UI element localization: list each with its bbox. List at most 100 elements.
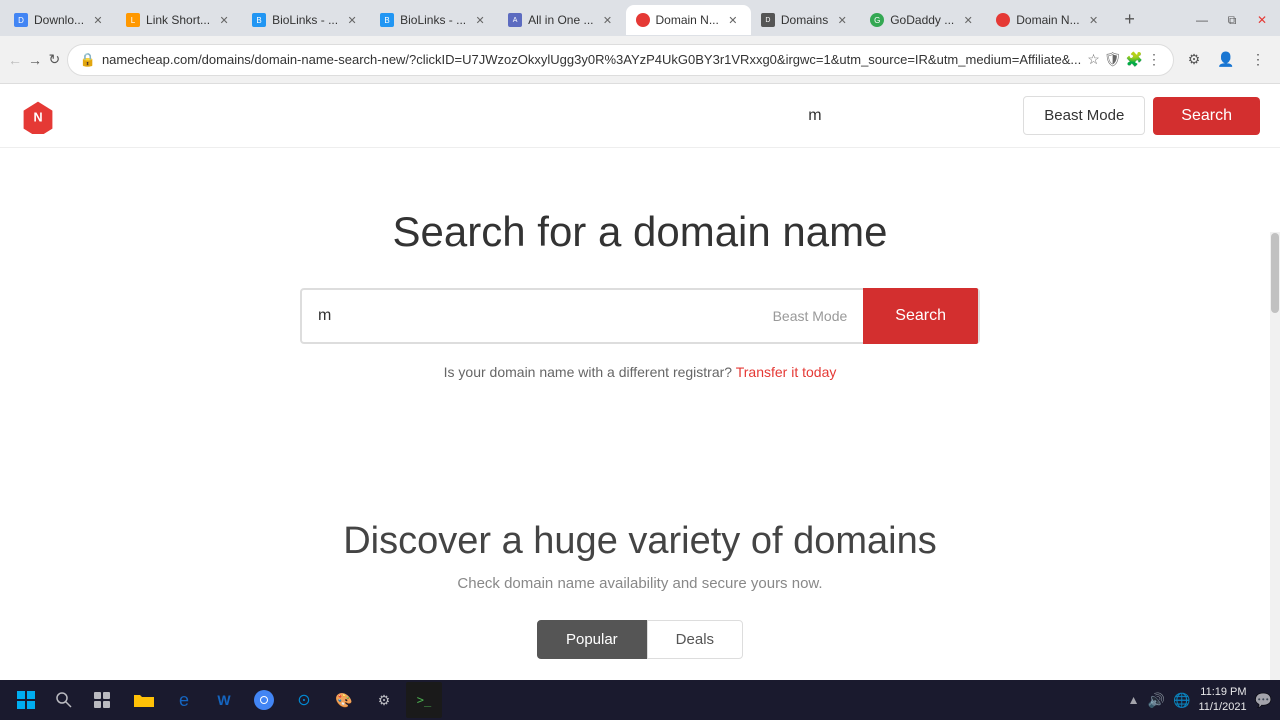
new-tab-button[interactable]: + — [1116, 5, 1144, 33]
bookmark-icon[interactable]: ☆ — [1087, 51, 1100, 68]
tab-label-1: Downlo... — [34, 13, 84, 27]
tab-close-2[interactable]: ✕ — [216, 12, 232, 28]
tab-close-3[interactable]: ✕ — [344, 12, 360, 28]
start-button[interactable] — [8, 682, 44, 718]
tab-bar: D Downlo... ✕ L Link Short... ✕ B BioLin… — [0, 0, 1280, 36]
task-view-button[interactable] — [84, 682, 120, 718]
page-title: Search for a domain name — [20, 208, 1260, 256]
transfer-text: Is your domain name with a different reg… — [20, 364, 1260, 380]
browser-tab-3[interactable]: B BioLinks - ... ✕ — [242, 5, 370, 35]
beast-mode-toggle[interactable]: Beast Mode — [757, 308, 864, 324]
url-bar[interactable]: 🔒 namecheap.com/domains/domain-name-sear… — [67, 44, 1174, 76]
scrollbar[interactable] — [1270, 232, 1280, 720]
taskbar-app-folder[interactable] — [126, 682, 162, 718]
tab-deals[interactable]: Deals — [647, 620, 743, 659]
browser-tab-4[interactable]: B BioLinks - ... ✕ — [370, 5, 498, 35]
taskbar-app-terminal[interactable]: >_ — [406, 682, 442, 718]
svg-text:N: N — [33, 110, 42, 124]
taskbar-search-button[interactable] — [46, 682, 82, 718]
taskbar-app-ie[interactable]: e — [166, 682, 202, 718]
logo-icon: N — [20, 98, 56, 134]
tab-favicon-8: G — [870, 13, 884, 27]
transfer-link[interactable]: Transfer it today — [736, 364, 837, 380]
tab-favicon-4: B — [380, 13, 394, 27]
site-header: N Beast Mode Search — [0, 84, 1280, 148]
tab-favicon-3: B — [252, 13, 266, 27]
header-beast-mode-button[interactable]: Beast Mode — [1023, 96, 1145, 135]
tab-label-8: GoDaddy ... — [890, 13, 954, 27]
site-logo[interactable]: N — [20, 98, 56, 134]
browser-tab-7[interactable]: D Domains ✕ — [751, 5, 860, 35]
refresh-button[interactable]: ↻ — [48, 46, 61, 74]
minimize-button[interactable]: — — [1188, 6, 1216, 34]
browser-tab-6[interactable]: Domain N... ✕ — [626, 5, 751, 35]
browser-tab-9[interactable]: Domain N... ✕ — [986, 5, 1111, 35]
tab-close-7[interactable]: ✕ — [834, 12, 850, 28]
tab-close-9[interactable]: ✕ — [1086, 12, 1102, 28]
transfer-static-text: Is your domain name with a different reg… — [444, 364, 732, 380]
domain-category-tabs: Popular Deals — [20, 620, 1260, 659]
tab-close-4[interactable]: ✕ — [472, 12, 488, 28]
browser-tab-2[interactable]: L Link Short... ✕ — [116, 5, 242, 35]
taskbar-app-paint[interactable]: 🎨 — [326, 682, 362, 718]
discover-subtitle: Check domain name availability and secur… — [20, 575, 1260, 592]
forward-button[interactable]: → — [28, 46, 42, 74]
tab-label-5: All in One ... — [528, 13, 593, 27]
tab-close-8[interactable]: ✕ — [960, 12, 976, 28]
search-icon — [56, 692, 72, 708]
more-icon[interactable]: ⋮ — [1147, 51, 1161, 68]
tab-label-6: Domain N... — [656, 13, 719, 27]
tab-favicon-5: A — [508, 13, 522, 27]
domain-search-button[interactable]: Search — [863, 288, 978, 344]
tab-label-9: Domain N... — [1016, 13, 1079, 27]
url-icons: ☆ 🛡 🧩 ⋮ — [1087, 51, 1161, 68]
tab-label-3: BioLinks - ... — [272, 13, 338, 27]
taskbar-app-chrome[interactable] — [246, 682, 282, 718]
notification-icon[interactable]: 💬 — [1255, 692, 1272, 709]
domain-search-bar: Beast Mode Search — [300, 288, 980, 344]
address-bar: ← → ↻ 🔒 namecheap.com/domains/domain-nam… — [0, 36, 1280, 84]
tab-close-5[interactable]: ✕ — [600, 12, 616, 28]
tab-label-2: Link Short... — [146, 13, 210, 27]
url-text: namecheap.com/domains/domain-name-search… — [102, 52, 1081, 67]
restore-button[interactable]: ⧉ — [1218, 6, 1246, 34]
scrollbar-thumb[interactable] — [1271, 233, 1279, 313]
tray-chevron-icon[interactable]: ▲ — [1128, 693, 1140, 707]
taskbar-pinned-apps: e W ⊙ 🎨 ⚙ >_ — [126, 682, 442, 718]
windows-logo-icon — [17, 691, 35, 709]
discover-title: Discover a huge variety of domains — [20, 520, 1260, 563]
domain-search-input[interactable] — [302, 307, 757, 325]
extensions-button[interactable]: ⚙ — [1180, 46, 1208, 74]
taskbar-app-edge[interactable]: ⊙ — [286, 682, 322, 718]
browser-tab-8[interactable]: G GoDaddy ... ✕ — [860, 5, 986, 35]
main-section: Search for a domain name Beast Mode Sear… — [0, 148, 1280, 480]
taskbar: e W ⊙ 🎨 ⚙ >_ ▲ 🔊 🌐 11:19 PM 11/1/2021 — [0, 680, 1280, 720]
menu-button[interactable]: ⋮ — [1244, 46, 1272, 74]
tab-label-7: Domains — [781, 13, 828, 27]
taskbar-app-settings[interactable]: ⚙ — [366, 682, 402, 718]
system-tray: ▲ 🔊 🌐 11:19 PM 11/1/2021 💬 — [1128, 685, 1272, 716]
browser-tab-5[interactable]: A All in One ... ✕ — [498, 5, 625, 35]
tab-favicon-7: D — [761, 13, 775, 27]
clock-date: 11/1/2021 — [1198, 700, 1246, 715]
profile-button[interactable]: 👤 — [1212, 46, 1240, 74]
header-search-button[interactable]: Search — [1153, 97, 1260, 135]
browser-window-controls: — ⧉ ✕ — [1188, 6, 1276, 34]
tray-network-icon[interactable]: 🌐 — [1173, 692, 1190, 709]
header-search-input[interactable] — [800, 103, 1023, 129]
tab-close-6[interactable]: ✕ — [725, 12, 741, 28]
tab-favicon-1: D — [14, 13, 28, 27]
system-clock[interactable]: 11:19 PM 11/1/2021 — [1198, 685, 1246, 716]
browser-actions: ⚙ 👤 ⋮ — [1180, 46, 1272, 74]
tab-favicon-6 — [636, 13, 650, 27]
extension-icon[interactable]: 🧩 — [1126, 51, 1143, 68]
shield-icon: 🛡 — [1104, 51, 1122, 68]
tab-popular[interactable]: Popular — [537, 620, 647, 659]
tab-close-1[interactable]: ✕ — [90, 12, 106, 28]
taskbar-app-word[interactable]: W — [206, 682, 242, 718]
browser-tab-1[interactable]: D Downlo... ✕ — [4, 5, 116, 35]
tray-speaker-icon[interactable]: 🔊 — [1148, 692, 1165, 709]
back-button[interactable]: ← — [8, 46, 22, 74]
close-window-button[interactable]: ✕ — [1248, 6, 1276, 34]
tab-label-4: BioLinks - ... — [400, 13, 466, 27]
